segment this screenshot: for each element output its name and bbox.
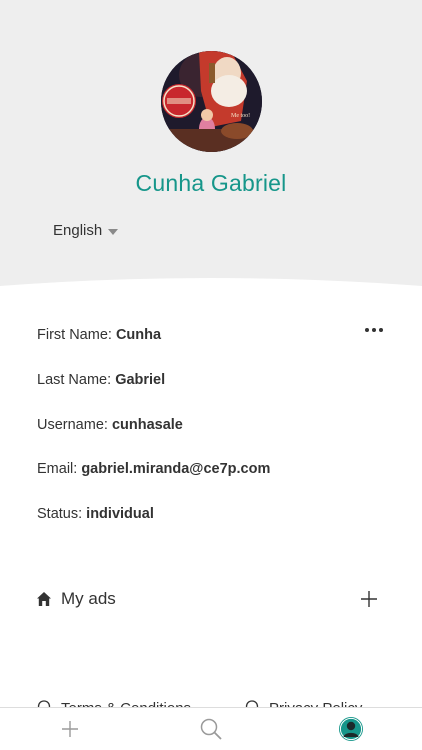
search-icon <box>200 718 222 740</box>
language-selector[interactable]: English <box>53 222 119 239</box>
last-name-value: Gabriel <box>115 372 166 388</box>
username-value: cunhasale <box>111 417 183 433</box>
first-name-value: Cunha <box>115 327 162 343</box>
ellipsis-dot <box>365 328 369 332</box>
my-ads-label: My ads <box>61 589 116 608</box>
email-label: Email: <box>37 461 78 477</box>
bottom-tab-bar <box>0 707 422 750</box>
add-ad-button[interactable] <box>360 590 378 608</box>
ellipsis-dot <box>372 328 376 332</box>
tab-post-ad[interactable] <box>57 716 83 742</box>
last-name-label: Last Name: <box>37 372 112 388</box>
last-name-row: Last Name: Gabriel <box>37 372 165 388</box>
status-label: Status: <box>37 506 83 522</box>
profile-icon <box>339 717 363 741</box>
caret-down-icon <box>108 228 119 235</box>
svg-text:Me too!: Me too! <box>231 113 250 119</box>
email-value: gabriel.miranda@ce7p.com <box>81 461 271 477</box>
first-name-row: First Name: Cunha <box>37 327 161 343</box>
ellipsis-dot <box>379 328 383 332</box>
username-label: Username: <box>37 417 108 433</box>
tab-profile[interactable] <box>338 716 364 742</box>
status-row: Status: individual <box>37 506 154 522</box>
header-curve <box>0 278 422 312</box>
username-row: Username: cunhasale <box>37 417 183 433</box>
my-ads-section[interactable]: My ads <box>36 589 116 609</box>
avatar-image: Me too! <box>161 51 262 152</box>
avatar[interactable]: Me too! <box>161 51 262 152</box>
more-options-button[interactable] <box>360 320 388 340</box>
first-name-label: First Name: <box>37 327 112 343</box>
plus-icon <box>62 721 78 737</box>
profile-name: Cunha Gabriel <box>135 170 287 196</box>
email-row: Email: gabriel.miranda@ce7p.com <box>37 461 270 477</box>
home-icon <box>37 592 51 606</box>
language-label: English <box>53 222 103 239</box>
tab-search[interactable] <box>198 716 224 742</box>
status-value: individual <box>86 506 154 522</box>
